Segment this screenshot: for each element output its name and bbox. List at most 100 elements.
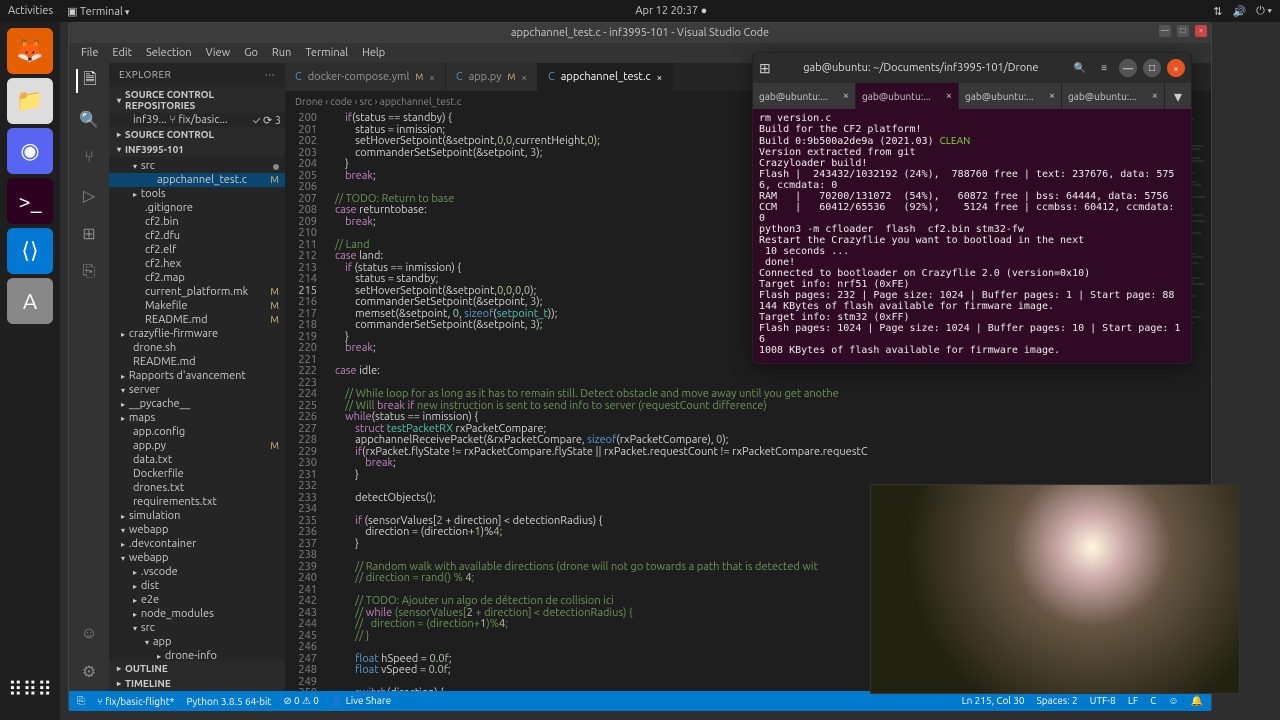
dock-files[interactable]: 📁	[7, 78, 53, 124]
tree-item[interactable]: maps	[109, 411, 285, 425]
tree-item[interactable]: appchannel_test.cM	[109, 173, 285, 187]
editor-tab[interactable]: C app.py M ×	[446, 63, 538, 91]
tree-item[interactable]: __pycache__	[109, 397, 285, 411]
status-encoding[interactable]: UTF-8	[1090, 695, 1116, 707]
terminal-close[interactable]: ×	[1167, 59, 1185, 77]
tree-item[interactable]: drones.txt	[109, 481, 285, 495]
tree-item[interactable]: cf2.dfu	[109, 229, 285, 243]
tree-item[interactable]: drone.sh	[109, 341, 285, 355]
menu-help[interactable]: Help	[356, 47, 391, 59]
tree-item[interactable]: simulation	[109, 509, 285, 523]
tree-item[interactable]: node_modules	[109, 607, 285, 621]
section-workspace[interactable]: INF3995-101	[109, 142, 285, 157]
volume-icon[interactable]: 🔊	[1232, 5, 1246, 18]
status-spaces[interactable]: Spaces: 2	[1037, 695, 1078, 707]
maximize-button[interactable]: □	[1177, 25, 1189, 37]
tree-item[interactable]: cf2.hex	[109, 257, 285, 271]
tree-item[interactable]: MakefileM	[109, 299, 285, 313]
tree-item[interactable]: src	[109, 621, 285, 635]
editor-tab[interactable]: C appchannel_test.c ×	[538, 63, 673, 91]
search-icon[interactable]: 🔍	[77, 107, 101, 131]
terminal-content[interactable]: rm version.c Build for the CF2 platform!…	[753, 109, 1191, 364]
dock-terminal[interactable]: >_	[7, 178, 53, 224]
status-bell[interactable]: 🔔	[1191, 695, 1203, 707]
tree-item[interactable]: drone-info	[109, 649, 285, 661]
dock-firefox[interactable]: 🦊	[7, 28, 53, 74]
tree-item[interactable]: cf2.map	[109, 271, 285, 285]
status-remote[interactable]: ⎘	[77, 695, 85, 707]
debug-icon[interactable]: ▷	[77, 183, 101, 207]
status-liveshare[interactable]: 👤 Live Share	[331, 695, 391, 707]
terminal-tab-menu[interactable]: ▾	[1165, 83, 1191, 109]
status-language[interactable]: C	[1150, 695, 1156, 707]
menu-terminal[interactable]: Terminal	[299, 47, 354, 59]
tree-item[interactable]: .gitignore	[109, 201, 285, 215]
network-icon[interactable]: ⇅	[1213, 5, 1222, 18]
settings-icon[interactable]: ⚙	[77, 659, 101, 683]
status-problems[interactable]: ⊘ 0 ⚠ 0	[283, 695, 319, 707]
tree-item[interactable]: cf2.elf	[109, 243, 285, 257]
status-branch[interactable]: ⑂ fix/basic-flight*	[97, 696, 174, 707]
terminal-menu-icon[interactable]: ≡	[1095, 59, 1113, 77]
section-outline[interactable]: OUTLINE	[109, 661, 285, 676]
tree-item[interactable]: crazyflie-firmware	[109, 327, 285, 341]
tree-item[interactable]: requirements.txt	[109, 495, 285, 509]
terminal-maximize[interactable]: □	[1143, 59, 1161, 77]
tree-item[interactable]: current_platform.mkM	[109, 285, 285, 299]
remote-icon[interactable]: ⎘	[77, 259, 101, 283]
dock-discord[interactable]: ◉	[7, 128, 53, 174]
extensions-icon[interactable]: ⊞	[77, 221, 101, 245]
tree-item[interactable]: .vscode	[109, 565, 285, 579]
tree-item[interactable]: README.md	[109, 355, 285, 369]
tree-item[interactable]: .devcontainer	[109, 537, 285, 551]
tree-item[interactable]: app.pyM	[109, 439, 285, 453]
tree-item[interactable]: webapp	[109, 523, 285, 537]
dock-vscode[interactable]: ⟨⟩	[7, 228, 53, 274]
tree-item[interactable]: README.mdM	[109, 313, 285, 327]
status-feedback[interactable]: ☺	[1168, 695, 1178, 707]
repo-row[interactable]: inf39... ⑂ fix/basic... ✓ ⟳ 3	[109, 113, 285, 127]
menu-run[interactable]: Run	[266, 47, 297, 59]
account-icon[interactable]: ☺	[77, 621, 101, 645]
terminal-tab[interactable]: gab@ubuntu:... ×	[856, 83, 959, 109]
close-button[interactable]: ×	[1195, 25, 1207, 37]
section-timeline[interactable]: TIMELINE	[109, 676, 285, 691]
menu-view[interactable]: View	[200, 47, 237, 59]
status-python[interactable]: Python 3.8.5 64-bit	[186, 696, 271, 707]
terminal-minimize[interactable]: —	[1119, 59, 1137, 77]
section-source-control-repos[interactable]: SOURCE CONTROL REPOSITORIES	[109, 87, 285, 113]
minimize-button[interactable]: —	[1159, 25, 1171, 37]
status-eol[interactable]: LF	[1128, 695, 1138, 707]
dock-apps[interactable]: ⠿⠿⠿	[7, 666, 53, 712]
tree-item[interactable]: e2e	[109, 593, 285, 607]
tree-item[interactable]: Rapports d'avancement	[109, 369, 285, 383]
new-tab-button[interactable]: ⊞	[759, 60, 771, 77]
menu-selection[interactable]: Selection	[140, 47, 198, 59]
terminal-search-icon[interactable]: 🔍	[1071, 59, 1089, 77]
terminal-tab[interactable]: gab@ubuntu:... ×	[1062, 83, 1165, 109]
tree-item[interactable]: src	[109, 159, 285, 173]
file-tree[interactable]: srcappchannel_test.cMtools.gitignorecf2.…	[109, 157, 285, 661]
status-position[interactable]: Ln 215, Col 30	[962, 695, 1025, 707]
terminal-titlebar[interactable]: ⊞ gab@ubuntu: ~/Documents/inf3995-101/Dr…	[753, 53, 1191, 83]
tree-item[interactable]: Dockerfile	[109, 467, 285, 481]
tree-item[interactable]: cf2.bin	[109, 215, 285, 229]
explorer-icon[interactable]: 🗎	[76, 69, 100, 93]
editor-tab[interactable]: C docker-compose.yml M ×	[285, 63, 446, 91]
tree-item[interactable]: tools	[109, 187, 285, 201]
menu-file[interactable]: File	[75, 47, 104, 59]
section-source-control[interactable]: SOURCE CONTROL	[109, 127, 285, 142]
dock-software[interactable]: A	[7, 278, 53, 324]
tree-item[interactable]: webapp	[109, 551, 285, 565]
source-control-icon[interactable]: ⑂	[77, 145, 101, 169]
tree-item[interactable]: dist	[109, 579, 285, 593]
power-icon[interactable]: ⏻ ▾	[1256, 5, 1272, 18]
tree-item[interactable]: data.txt	[109, 453, 285, 467]
terminal-tab[interactable]: gab@ubuntu:... ×	[959, 83, 1062, 109]
menu-edit[interactable]: Edit	[106, 47, 138, 59]
app-menu[interactable]: ▣ Terminal	[67, 5, 129, 18]
tree-item[interactable]: server	[109, 383, 285, 397]
menu-go[interactable]: Go	[238, 47, 264, 59]
activities-button[interactable]: Activities	[8, 5, 53, 17]
tree-item[interactable]: app.config	[109, 425, 285, 439]
